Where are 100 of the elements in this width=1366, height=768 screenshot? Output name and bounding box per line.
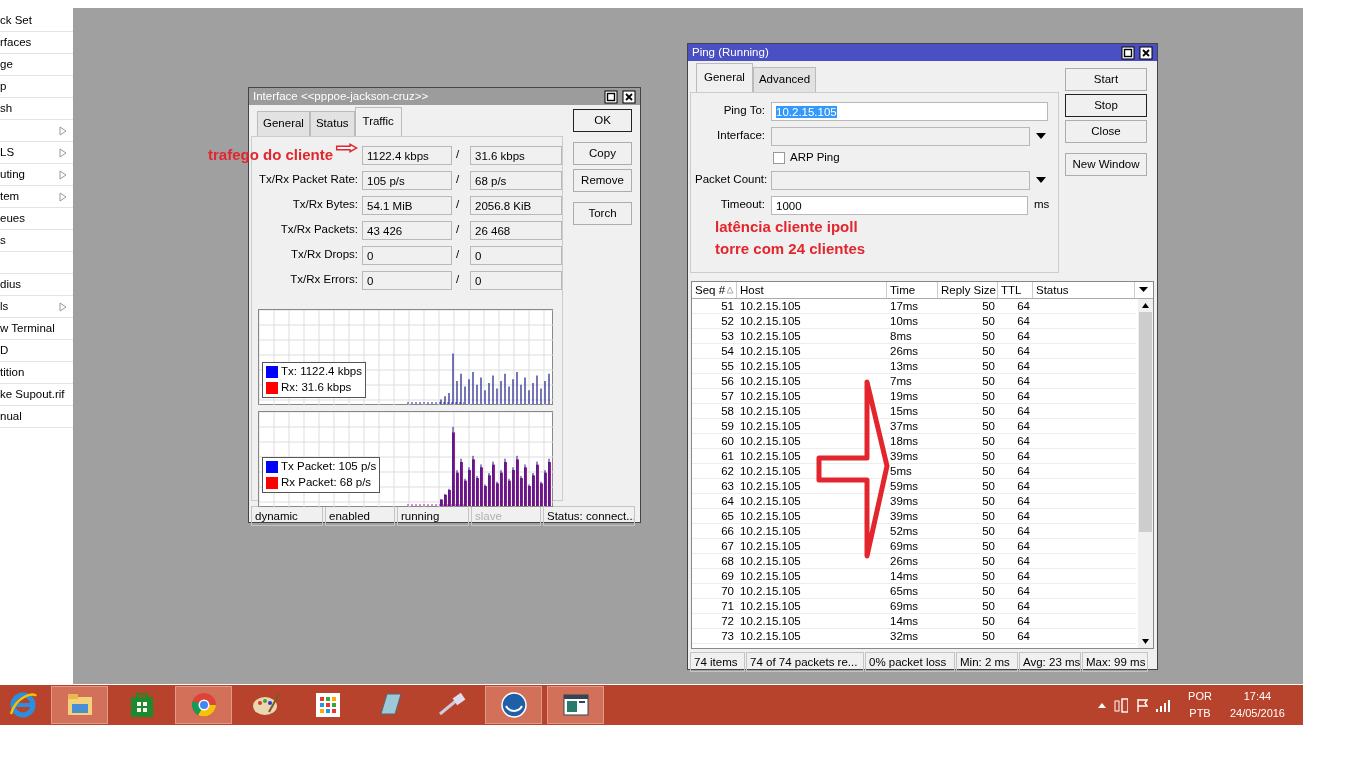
close-icon[interactable] bbox=[622, 89, 636, 104]
dropdown-arrow-icon[interactable] bbox=[1036, 133, 1046, 139]
tab[interactable]: General bbox=[257, 111, 310, 136]
scroll-down-icon[interactable] bbox=[1142, 638, 1149, 644]
dialog-button[interactable]: Copy bbox=[573, 142, 632, 166]
table-cell-text: 63 bbox=[720, 478, 735, 493]
table-cell-text: 56 bbox=[720, 373, 735, 388]
menu-item[interactable]: s bbox=[0, 230, 73, 252]
column-header[interactable]: Status bbox=[1033, 281, 1135, 298]
table-cell-text: 39ms bbox=[889, 448, 920, 463]
maximize-icon[interactable] bbox=[604, 89, 618, 104]
legend-text: Rx: 31.6 kbps bbox=[281, 379, 352, 395]
menu-item[interactable]: uting bbox=[0, 164, 73, 186]
annotation-text: torre com 24 clientes bbox=[715, 238, 867, 259]
separator-text: / bbox=[456, 172, 461, 188]
dropdown-field[interactable] bbox=[771, 170, 1030, 190]
tab[interactable]: Traffic bbox=[354, 107, 402, 136]
menu-item[interactable]: tem bbox=[0, 186, 73, 208]
dialog-button[interactable]: Torch bbox=[573, 202, 632, 226]
close-icon[interactable] bbox=[1139, 45, 1153, 60]
table-cell-text: 10.2.15.105 bbox=[739, 463, 802, 478]
table-cell-text: 69ms bbox=[889, 598, 920, 613]
dropdown-arrow-icon[interactable] bbox=[1139, 286, 1148, 293]
menu-item[interactable]: rfaces bbox=[0, 32, 73, 54]
menu-item[interactable]: ke Supout.rif bbox=[0, 384, 73, 406]
table-cell-text: 10.2.15.105 bbox=[739, 493, 802, 508]
separator-text: / bbox=[456, 272, 461, 288]
language-indicator[interactable]: POR PTB bbox=[1188, 688, 1212, 722]
table-cell-text: 10.2.15.105 bbox=[739, 538, 802, 553]
menu-item[interactable]: ck Set bbox=[0, 10, 73, 32]
status-cell: Status: connect... bbox=[543, 505, 635, 526]
dialog-button[interactable]: Close bbox=[1065, 120, 1147, 144]
table-cell-text: 10.2.15.105 bbox=[739, 418, 802, 433]
column-header[interactable]: TTL bbox=[998, 281, 1033, 298]
dropdown-arrow-icon[interactable] bbox=[1036, 177, 1046, 183]
table-cell-text: 64 bbox=[1016, 328, 1031, 343]
menu-item[interactable]: w Terminal bbox=[0, 318, 73, 340]
table-cell-text: 5ms bbox=[889, 463, 913, 478]
table-cell-text: 64 bbox=[1016, 538, 1031, 553]
table-cell-text: 10.2.15.105 bbox=[739, 313, 802, 328]
table-cell-text: 64 bbox=[1016, 553, 1031, 568]
table-cell-text: 10.2.15.105 bbox=[739, 448, 802, 463]
field-label: Tx/Rx Errors: bbox=[289, 272, 358, 288]
column-header[interactable]: Seq # bbox=[692, 281, 737, 298]
show-hidden-icon[interactable] bbox=[1098, 702, 1107, 708]
dropdown-field[interactable] bbox=[771, 126, 1030, 146]
field-label: Tx/Rx Packets: bbox=[279, 222, 358, 238]
text-field[interactable]: 1000 bbox=[771, 195, 1028, 215]
maximize-icon[interactable] bbox=[1121, 45, 1135, 60]
browser-icon[interactable] bbox=[8, 690, 38, 720]
submenu-arrow-icon bbox=[59, 125, 67, 136]
table-cell-text: 26ms bbox=[889, 553, 920, 568]
menu-item[interactable]: eues bbox=[0, 208, 73, 230]
tab[interactable]: Status bbox=[309, 111, 355, 136]
value-field: 1122.4 kbps bbox=[362, 145, 452, 165]
menu-item[interactable]: p bbox=[0, 76, 73, 98]
dialog-button[interactable]: OK bbox=[573, 109, 632, 133]
dialog-button[interactable]: New Window bbox=[1065, 153, 1147, 177]
table-cell-text: 7ms bbox=[889, 373, 913, 388]
menu-item[interactable]: ge bbox=[0, 54, 73, 76]
table-cell-text: 50 bbox=[981, 493, 996, 508]
column-header[interactable]: Time bbox=[887, 281, 938, 298]
status-cell: 74 items bbox=[690, 651, 745, 672]
status-cell: Max: 99 ms bbox=[1082, 651, 1148, 672]
menu-item[interactable]: sh bbox=[0, 98, 73, 120]
tab[interactable]: Advanced bbox=[752, 67, 817, 92]
menu-item[interactable]: dius bbox=[0, 274, 73, 296]
table-cell-text: 10.2.15.105 bbox=[739, 553, 802, 568]
dialog-button[interactable]: Remove bbox=[573, 169, 632, 193]
table-cell-text: 50 bbox=[981, 568, 996, 583]
table-cell-text: 10.2.15.105 bbox=[739, 298, 802, 313]
table-cell-text: 64 bbox=[1016, 568, 1031, 583]
table-cell-text: 64 bbox=[1016, 418, 1031, 433]
column-header[interactable]: Reply Size bbox=[938, 281, 998, 298]
checkbox[interactable] bbox=[773, 152, 785, 164]
table-cell-text: 64 bbox=[1016, 598, 1031, 613]
table-cell-text: 64 bbox=[1016, 358, 1031, 373]
status-cell: Min: 2 ms bbox=[956, 651, 1018, 672]
value-field: 54.1 MiB bbox=[362, 195, 452, 215]
dialog-button[interactable]: Stop bbox=[1065, 94, 1147, 118]
table-cell-text: 54 bbox=[720, 343, 735, 358]
table-cell-text: 64 bbox=[1016, 298, 1031, 313]
table-cell-text: 64 bbox=[1016, 373, 1031, 388]
scroll-up-icon[interactable] bbox=[1142, 302, 1149, 308]
signal-icon[interactable] bbox=[1156, 698, 1171, 712]
separator-text: / bbox=[456, 247, 461, 263]
scroll-thumb[interactable] bbox=[1139, 311, 1152, 532]
column-header[interactable]: Host bbox=[737, 281, 887, 298]
menu-item[interactable]: tition bbox=[0, 362, 73, 384]
scrollbar[interactable] bbox=[1138, 298, 1153, 648]
menu-item[interactable]: D bbox=[0, 340, 73, 362]
round-app-icon[interactable] bbox=[498, 690, 529, 720]
tab[interactable]: General bbox=[696, 63, 753, 92]
menu-item[interactable]: nual bbox=[0, 406, 73, 428]
menu-item[interactable]: ls bbox=[0, 296, 73, 318]
table-cell-text: 64 bbox=[1016, 448, 1031, 463]
flag-icon[interactable] bbox=[1136, 697, 1149, 713]
dialog-button[interactable]: Start bbox=[1065, 68, 1147, 92]
clock[interactable]: 17:44 24/05/2016 bbox=[1229, 688, 1285, 722]
menu-item[interactable]: LS bbox=[0, 142, 73, 164]
